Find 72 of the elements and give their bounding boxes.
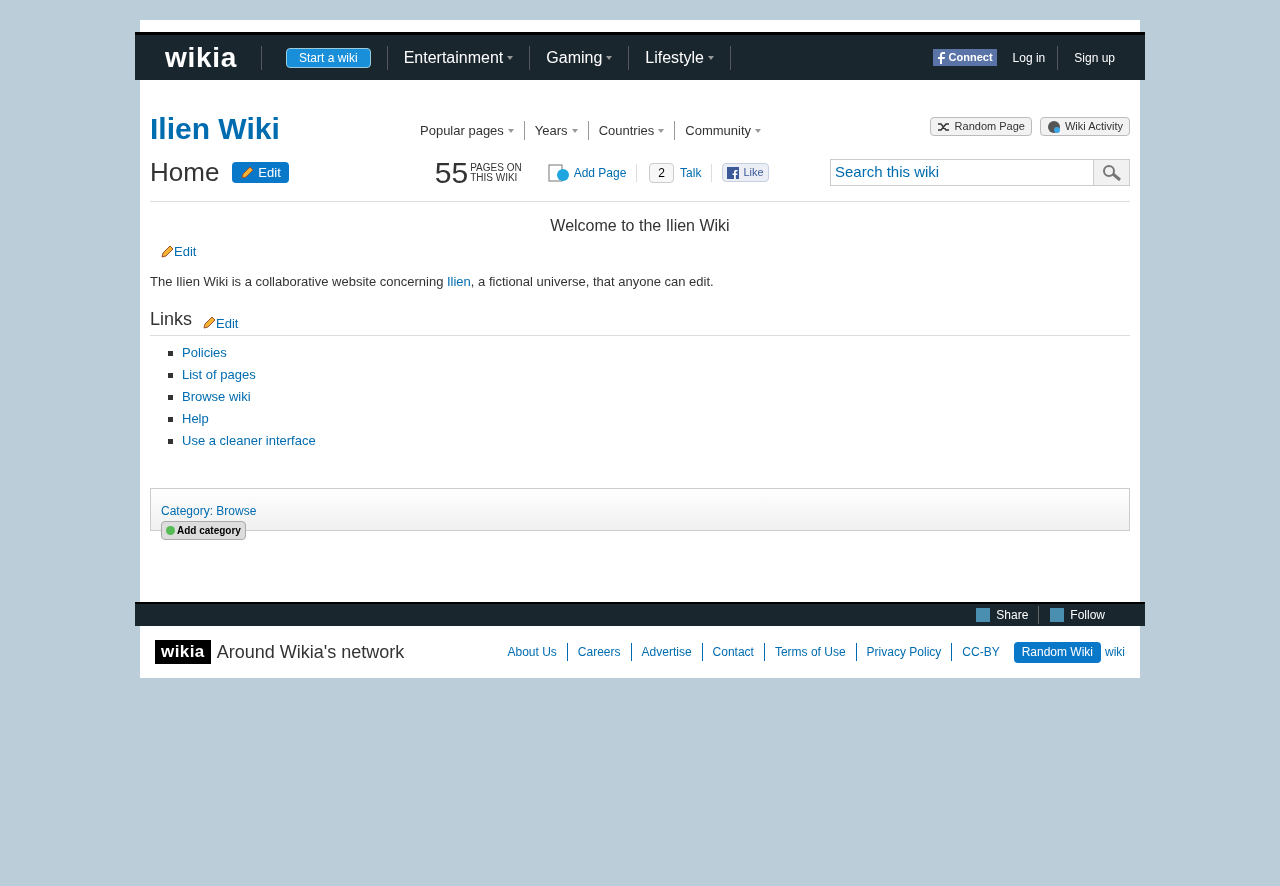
edit-link[interactable]: Edit xyxy=(174,242,197,262)
login-link[interactable]: Log in xyxy=(1012,48,1046,67)
like-button[interactable]: Like xyxy=(722,163,769,182)
edit-button[interactable]: Edit xyxy=(232,162,289,183)
footer-link[interactable]: About Us xyxy=(497,643,568,661)
page-link[interactable]: Use a cleaner interface xyxy=(182,431,316,451)
edit-link[interactable]: Edit xyxy=(216,313,239,333)
pencil-icon xyxy=(202,316,217,331)
caret-icon xyxy=(507,56,514,61)
caret-icon xyxy=(606,56,613,61)
page-link[interactable]: Browse wiki xyxy=(182,387,251,407)
wiki-nav-menu[interactable]: Countries xyxy=(588,120,676,140)
page-title: Home xyxy=(150,156,220,189)
page-count-label: THIS WIKI xyxy=(470,172,519,183)
footer-link[interactable]: Privacy Policy xyxy=(856,643,953,661)
facebook-icon xyxy=(727,166,740,179)
caret-icon xyxy=(571,129,578,134)
talk-link[interactable]: Talk xyxy=(680,163,713,182)
page-link[interactable]: Policies xyxy=(182,343,227,363)
caret-icon xyxy=(708,56,714,61)
page-link[interactable]: List of pages xyxy=(182,365,256,385)
article-link[interactable]: Ilien xyxy=(446,273,471,289)
talk-count: 2 xyxy=(649,162,675,183)
footer-link[interactable]: Careers xyxy=(567,643,632,661)
hub-menu[interactable]: Gaming xyxy=(530,45,629,70)
footer-link[interactable]: Terms of Use xyxy=(764,643,857,661)
page-count-label: PAGES ON xyxy=(470,162,522,173)
signup-link[interactable]: Sign up xyxy=(1074,48,1115,67)
wiki-activity-button[interactable]: Wiki Activity xyxy=(1039,117,1130,136)
random-page-button[interactable]: Random Page xyxy=(929,117,1032,136)
search-icon xyxy=(1101,164,1122,181)
section-heading: Links xyxy=(150,308,193,331)
caret-icon xyxy=(658,129,665,134)
article-heading: Welcome to the Ilien Wiki xyxy=(549,216,731,236)
start-wiki-button[interactable]: Start a wiki xyxy=(286,47,371,68)
logo[interactable]: wikia xyxy=(165,43,237,72)
search-field[interactable]: Search this wiki xyxy=(830,159,1094,186)
page-link[interactable]: Help xyxy=(182,409,209,429)
add-page-icon xyxy=(547,163,570,182)
footer-link[interactable]: wiki xyxy=(1105,643,1125,661)
footer-link[interactable]: CC-BY xyxy=(952,643,1010,661)
bullet-icon xyxy=(168,394,173,400)
shuffle-icon xyxy=(936,121,951,132)
bullet-icon xyxy=(168,416,173,422)
network-heading: Around Wikia's network xyxy=(216,640,405,664)
bullet-icon xyxy=(168,372,173,378)
category-link[interactable]: Category: Browse xyxy=(161,502,1119,520)
footer-link[interactable]: Contact xyxy=(702,643,765,661)
follow-button[interactable]: Follow xyxy=(1070,606,1105,624)
bullet-icon xyxy=(168,350,173,356)
footer-link[interactable]: Advertise xyxy=(631,643,703,661)
wiki-nav-menu[interactable]: Years xyxy=(524,120,589,140)
hub-menu[interactable]: Entertainment xyxy=(387,45,530,70)
caret-icon xyxy=(507,129,514,134)
hub-menu[interactable]: Lifestyle xyxy=(629,45,730,70)
page-count: 55 xyxy=(434,157,469,188)
search-button[interactable] xyxy=(1094,159,1130,186)
facebook-connect-button[interactable]: Connect xyxy=(932,49,997,66)
caret-icon xyxy=(755,129,761,134)
wiki-nav-menu[interactable]: Popular pages xyxy=(410,120,525,140)
add-page-link[interactable]: Add Page xyxy=(573,163,638,182)
random-wiki-button[interactable]: Random Wiki xyxy=(1013,641,1101,663)
wiki-nav-menu[interactable]: Community xyxy=(675,120,771,140)
pencil-icon xyxy=(160,244,174,259)
facebook-icon xyxy=(936,51,945,64)
bullet-icon xyxy=(168,438,173,444)
pencil-icon xyxy=(240,165,255,180)
share-button[interactable]: Share xyxy=(996,606,1040,624)
add-category-button[interactable]: Add category xyxy=(161,521,246,540)
intro-paragraph: The Ilien Wiki is a collaborative website concerning Ilien, a fictional universe, that anyone can edit. xyxy=(150,272,715,291)
wikia-logo[interactable]: wikia xyxy=(155,640,211,664)
wiki-title[interactable]: Ilien Wiki xyxy=(150,114,410,144)
